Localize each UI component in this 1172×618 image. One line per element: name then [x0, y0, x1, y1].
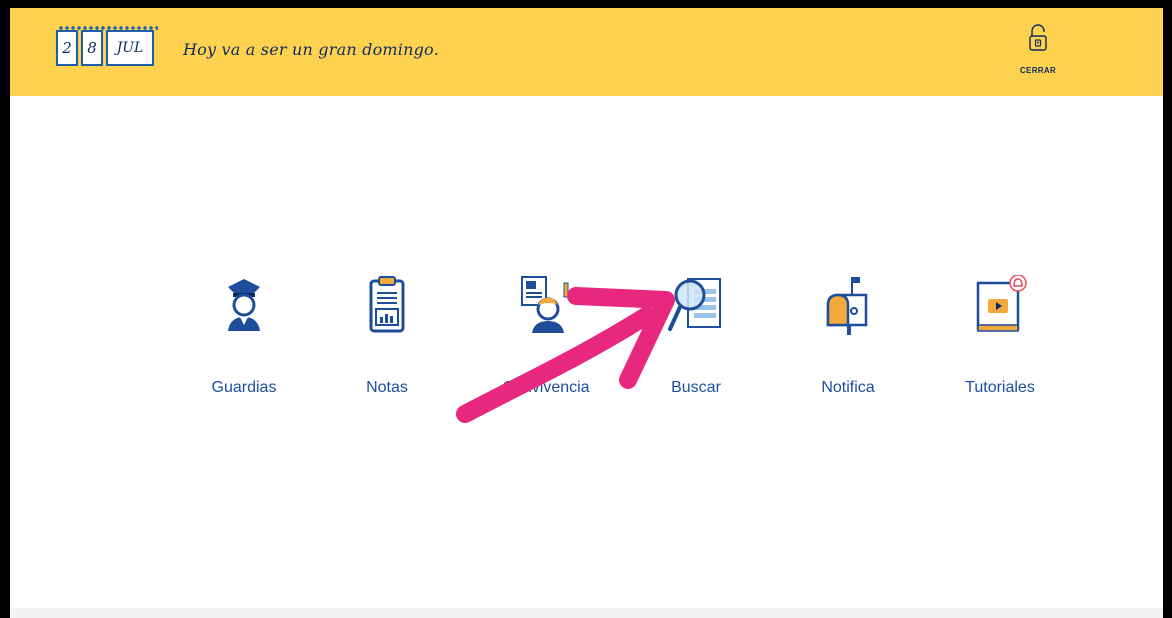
guard-icon	[228, 279, 260, 331]
top-bar: 2 8 JUL Hoy va a ser un gran domingo. CE…	[10, 8, 1163, 96]
clipboard-chart-icon	[369, 276, 405, 333]
logout-button[interactable]: CERRAR	[1010, 24, 1066, 82]
menu-item-buscar[interactable]: Buscar	[641, 275, 751, 405]
app-frame: 2 8 JUL Hoy va a ser un gran domingo. CE…	[10, 8, 1163, 618]
student-document-icon	[521, 276, 569, 333]
calendar-day-tens: 2	[56, 30, 78, 66]
menu-item-notas[interactable]: Notas	[332, 275, 442, 405]
menu-label-convivencia: Convivencia	[502, 379, 590, 396]
greeting-text: Hoy va a ser un gran domingo.	[183, 40, 439, 59]
menu-item-guardias[interactable]: Guardias	[189, 275, 299, 405]
menu-label-buscar: Buscar	[671, 379, 721, 396]
video-book-icon	[976, 275, 1027, 332]
unlocked-padlock-icon	[1029, 24, 1047, 51]
menu-label-notas: Notas	[366, 379, 408, 396]
date-calendar: 2 8 JUL	[56, 25, 160, 66]
menu-item-notifica[interactable]: Notifica	[793, 275, 903, 405]
menu-label-notifica: Notifica	[821, 379, 875, 396]
menu-label-guardias: Guardias	[211, 379, 277, 396]
menu-item-convivencia[interactable]: Convivencia	[491, 275, 601, 405]
calendar-rings	[58, 25, 158, 31]
bottom-strip	[10, 608, 1163, 618]
mailbox-icon	[826, 277, 868, 335]
calendar-month: JUL	[106, 30, 154, 66]
logout-label: CERRAR	[1019, 66, 1057, 75]
menu-item-tutoriales[interactable]: Tutoriales	[945, 275, 1055, 405]
menu-label-tutoriales: Tutoriales	[965, 379, 1035, 396]
magnifier-document-icon	[668, 278, 721, 331]
calendar-day-units: 8	[81, 30, 103, 66]
